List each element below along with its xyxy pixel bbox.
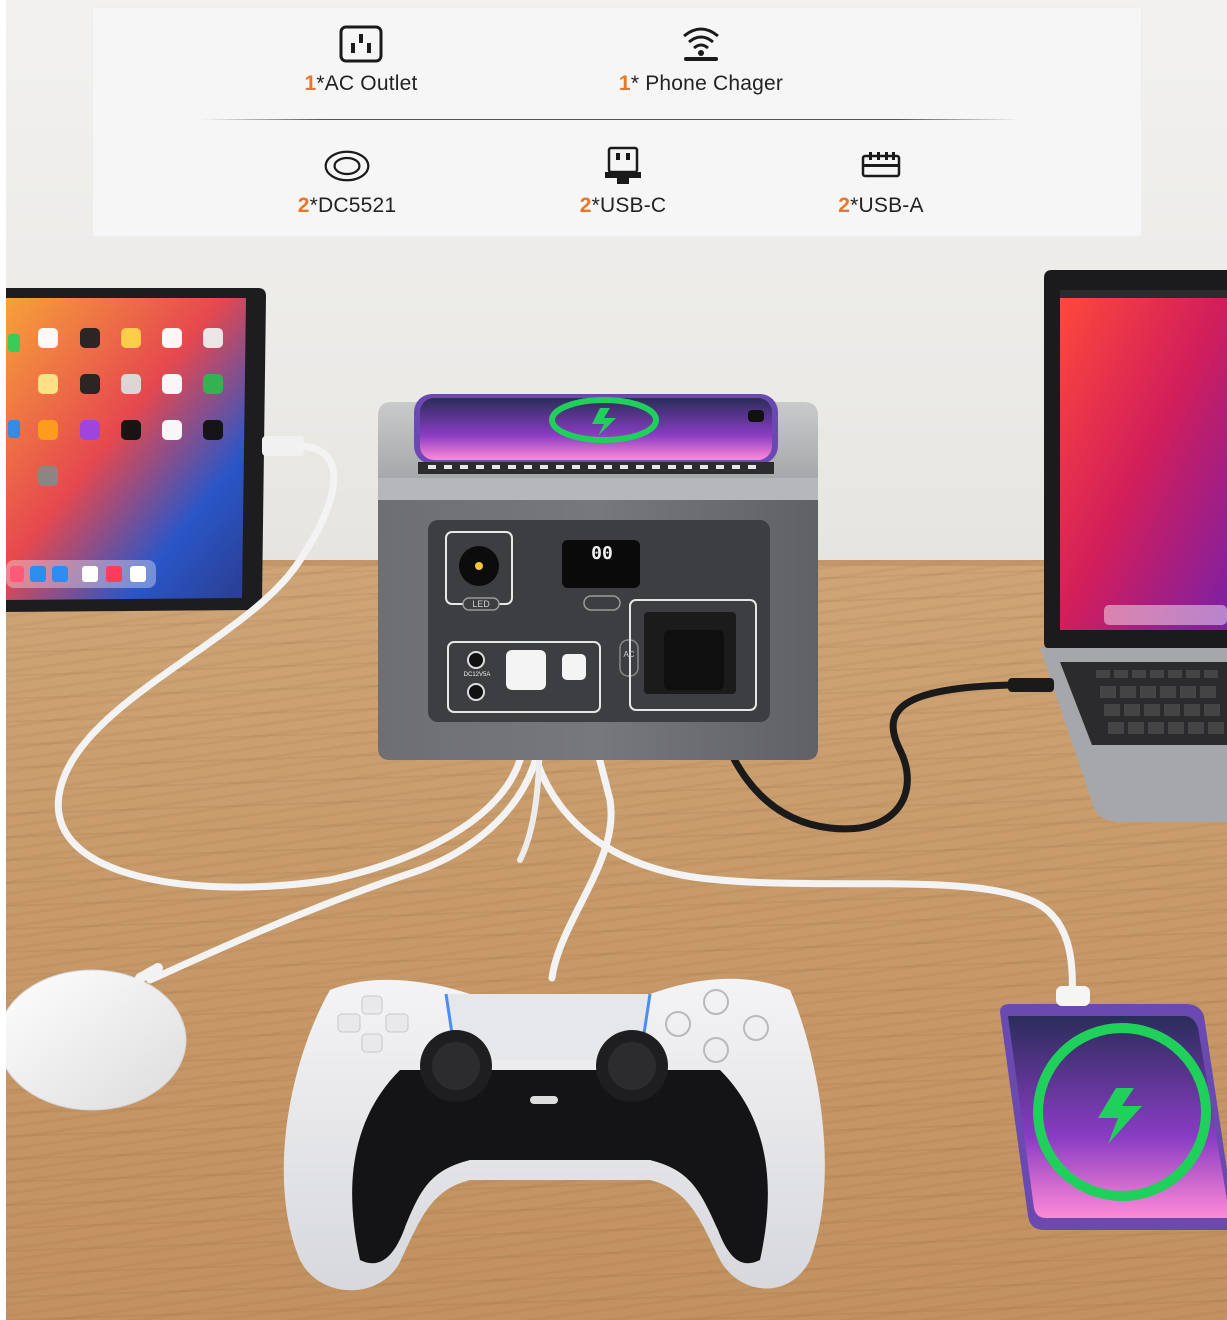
spec-ac-outlet-label: *AC Outlet: [316, 72, 418, 95]
spec-phone-charger-count: 1: [618, 72, 631, 95]
spec-ac-outlet-count: 1: [304, 72, 317, 95]
wireless-charger-icon: [677, 22, 725, 66]
spec-usb-c-label: *USB-C: [591, 194, 667, 217]
left-border: [0, 0, 6, 1320]
ac-outlet-icon: [337, 22, 385, 66]
game-controller: [283, 978, 825, 1291]
product-photo: 00 LED DC12V5A AC 1*AC Outlet 1* Phone C…: [0, 0, 1227, 1320]
tablet: [0, 288, 304, 612]
spec-usb-c: 2*USB-C: [553, 144, 693, 218]
laptop: [1008, 270, 1227, 822]
wireless-earbud-case: [0, 963, 187, 1111]
spec-dc5521: 2*DC5521: [277, 144, 417, 218]
right-phone: [1000, 986, 1227, 1230]
led-button-label: LED: [472, 599, 490, 609]
spec-usb-a-count: 2: [838, 194, 851, 217]
spec-phone-charger: 1* Phone Chager: [601, 22, 801, 96]
port-spec-panel: 1*AC Outlet 1* Phone Chager 2*DC5521 2*U…: [92, 7, 1142, 237]
usb-a-port-icon: [857, 144, 905, 188]
spec-usb-c-count: 2: [579, 194, 592, 217]
spec-ac-outlet: 1*AC Outlet: [291, 22, 431, 96]
spec-dc5521-count: 2: [297, 194, 310, 217]
usb-c-port-icon: [599, 144, 647, 188]
ac-label: AC: [623, 650, 635, 659]
lcd-readout: 00: [591, 543, 613, 564]
top-phone: [414, 394, 778, 474]
spec-usb-a-label: *USB-A: [850, 194, 924, 217]
spec-divider: [201, 119, 1021, 120]
spec-phone-charger-label: * Phone Chager: [630, 72, 784, 95]
dc5521-port-icon: [323, 144, 371, 188]
spec-usb-a: 2*USB-A: [811, 144, 951, 218]
spec-dc5521-label: *DC5521: [309, 194, 397, 217]
dc-port-label: DC12V5A: [463, 672, 491, 678]
